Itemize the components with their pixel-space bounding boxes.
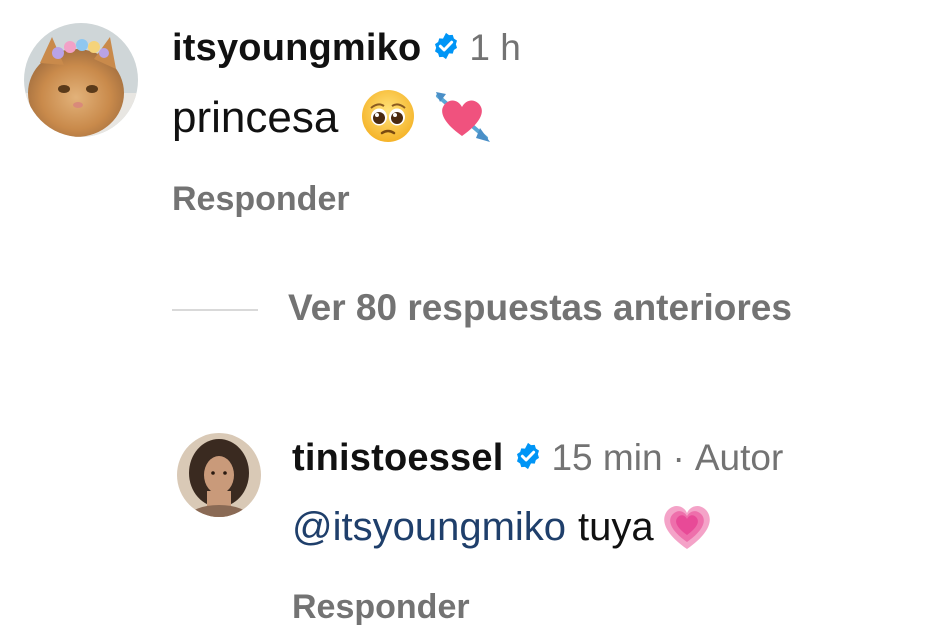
comment-body: princesa	[172, 93, 339, 142]
comment-text: @itsyoungmiko tuya	[292, 497, 716, 557]
reply-button[interactable]: Responder	[172, 180, 350, 219]
comment-header: itsyoungmiko 1 h	[172, 23, 521, 73]
pleading-face-emoji-icon	[360, 88, 416, 149]
verified-badge-icon	[431, 31, 461, 66]
reply-button[interactable]: Responder	[292, 588, 470, 627]
cat-avatar-image	[24, 23, 138, 137]
timestamp: 1 h	[469, 27, 521, 68]
woman-portrait-avatar-image	[177, 433, 261, 517]
username[interactable]: itsyoungmiko	[172, 27, 421, 70]
thread-divider	[172, 309, 258, 311]
comment-text: princesa	[172, 88, 492, 148]
avatar[interactable]	[24, 23, 138, 137]
timestamp: 15 min	[551, 437, 663, 478]
view-replies-button[interactable]: Ver 80 respuestas anteriores	[288, 287, 792, 329]
growing-heart-emoji-icon	[658, 497, 716, 558]
mention-link[interactable]: @itsyoungmiko	[292, 505, 566, 550]
comment-body: tuya	[578, 504, 654, 549]
comment-header: tinistoessel 15 min · Autor	[292, 433, 783, 483]
separator: ·	[672, 437, 685, 478]
avatar[interactable]	[177, 433, 261, 517]
heart-with-arrow-emoji-icon	[432, 86, 492, 151]
author-badge: Autor	[694, 437, 784, 478]
username[interactable]: tinistoessel	[292, 437, 503, 480]
verified-badge-icon	[513, 441, 543, 476]
